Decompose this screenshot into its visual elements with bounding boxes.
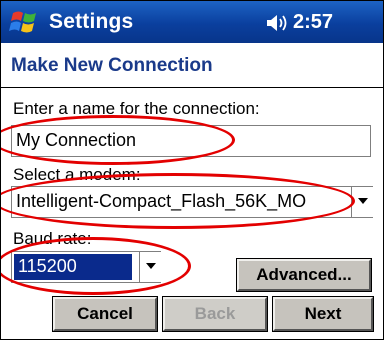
windows-flag-icon[interactable] [7,5,41,39]
speaker-icon[interactable] [265,13,289,33]
back-button[interactable]: Back [162,296,268,332]
title-bar: Settings 2:57 [1,1,383,43]
clock[interactable]: 2:57 [293,11,333,34]
name-label: Enter a name for the connection: [13,99,260,118]
connection-name-input[interactable]: My Connection [11,125,371,157]
baud-rate-value: 115200 [14,254,132,280]
page-header: Make New Connection [1,43,383,88]
cancel-button[interactable]: Cancel [52,296,158,332]
next-button[interactable]: Next [272,296,374,332]
page-title: Make New Connection [11,55,213,76]
baud-dropdown-arrow-icon[interactable] [139,252,162,282]
modem-label: Select a modem: [13,165,141,184]
settings-window: Settings 2:57 Make New Connection Enter … [0,0,384,340]
modem-select[interactable]: Intelligent-Compact_Flash_56K_MO [11,186,373,218]
app-title: Settings [49,10,134,33]
modem-select-value: Intelligent-Compact_Flash_56K_MO [16,191,307,211]
modem-dropdown-arrow-icon[interactable] [351,187,374,217]
baud-label: Baud rate: [13,229,92,248]
advanced-button[interactable]: Advanced... [236,258,372,292]
